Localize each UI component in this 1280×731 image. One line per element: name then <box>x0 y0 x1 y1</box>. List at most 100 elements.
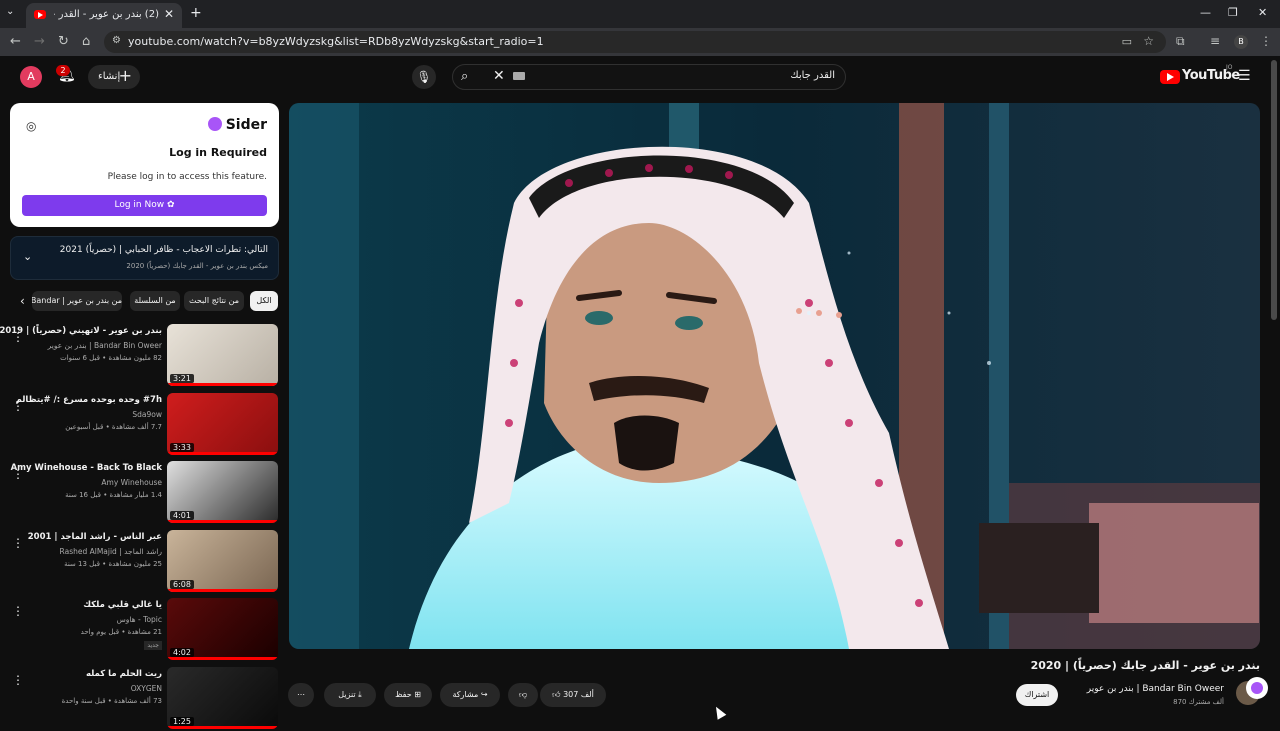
list-item[interactable]: ⋮ 4:01 Amy Winehouse - Back To Black Amy Wi… <box>10 461 280 525</box>
create-label: إنشاء <box>98 71 121 82</box>
window-close-icon[interactable]: ✕ <box>1258 6 1267 19</box>
list-item[interactable]: ⋮ 4:02 يا غالي قلبي ملكك هاوس - Topic 21 مشا… <box>10 598 280 662</box>
extensions-icon[interactable]: ⧉ <box>1176 34 1185 49</box>
sider-brand: Sider <box>207 117 267 133</box>
list-item[interactable]: ⋮ 3:33 #7h وحده بوحده مسرع :/ #يتظالم Sda9o… <box>10 393 280 457</box>
notification-count-badge: 2 <box>56 65 70 76</box>
subscribe-button[interactable]: اشتراك <box>1016 684 1058 706</box>
logo-region: JO <box>1226 64 1233 71</box>
channel-name[interactable]: بندر بن عوير | Bandar Bin Oweer <box>48 341 162 350</box>
search-icon[interactable]: ⌕ <box>461 69 468 84</box>
watched-progress-bar <box>167 726 278 729</box>
video-thumbnail[interactable]: 3:33 <box>167 393 278 455</box>
video-title[interactable]: عبر الناس - راشد الماجد | 2001 <box>28 532 162 542</box>
save-button[interactable]: حفظ ⊞ <box>384 683 432 707</box>
login-now-label: Log in Now <box>114 200 165 210</box>
sider-floating-icon[interactable] <box>1246 677 1268 699</box>
maximize-icon[interactable]: ❐ <box>1228 6 1238 19</box>
sider-login-panel: ◎ Sider Log in Required Please log in to… <box>10 103 279 227</box>
watched-progress-bar <box>167 383 278 386</box>
chips-scroll-left-icon[interactable]: ‹ <box>20 294 25 308</box>
guide-menu-icon[interactable]: ☰ <box>1238 68 1251 84</box>
mix-playlist-header[interactable]: ⌄ التالي: تطرات الاعجاب - ظافر الحبابي |… <box>10 236 279 280</box>
video-frame <box>289 103 1260 649</box>
home-icon[interactable]: ⌂ <box>82 34 90 49</box>
browser-tab[interactable]: (2) بندر بن عوير - القدر جابك (حصرياً) |… <box>26 3 182 28</box>
keyboard-icon[interactable] <box>513 72 525 80</box>
video-meta: 73 ألف مشاهدة • قبل سنة واحدة <box>61 697 162 705</box>
duration-badge: 4:01 <box>170 511 194 520</box>
page-scrollbar[interactable] <box>1271 60 1277 320</box>
tab-groups-icon[interactable]: ≡ <box>1210 34 1220 48</box>
list-item[interactable]: ⋮ 3:21 بندر بن عوير - لاتهيني (حصرياً) | 2… <box>0 324 280 388</box>
share-button[interactable]: مشاركة ↪ <box>440 683 500 707</box>
channel-name[interactable]: Sda9ow <box>132 410 162 419</box>
more-options-icon[interactable]: ⋮ <box>12 604 24 618</box>
download-label: تنزيل <box>338 690 356 699</box>
login-message: Please log in to access this feature. <box>107 172 267 182</box>
chip-from-series[interactable]: من السلسلة <box>130 291 180 311</box>
filter-chips: ‹ من بندر بن عوير | Bandar من السلسلة من… <box>18 291 280 313</box>
site-info-icon[interactable]: ⚙ <box>112 35 121 46</box>
install-app-icon[interactable]: ▭ <box>1122 35 1132 48</box>
login-now-button[interactable]: Log in Now ✿ <box>22 195 267 216</box>
clear-search-icon[interactable]: ✕ <box>493 68 505 84</box>
new-tab-icon[interactable]: + <box>190 5 202 21</box>
plus-icon: + <box>118 66 132 85</box>
more-options-icon[interactable]: ⋮ <box>12 673 24 687</box>
video-title[interactable]: #7h وحده بوحده مسرع :/ #يتظالم <box>16 395 162 405</box>
like-button[interactable]: 👍︎ 307 ألف <box>540 683 606 707</box>
omnibox[interactable]: ⚙ youtube.com/watch?v=b8yzWdyzskg&list=R… <box>104 31 1166 53</box>
chip-from-search[interactable]: من نتائج البحث <box>184 291 244 311</box>
subscriber-count: 870 ألف مشترك <box>1173 698 1224 706</box>
browser-tab-bar: ⌄ (2) بندر بن عوير - القدر جابك (حصرياً)… <box>0 0 1280 28</box>
chevron-down-icon[interactable]: ⌄ <box>23 250 32 263</box>
dislike-button[interactable]: 👎︎ <box>508 683 538 707</box>
list-item[interactable]: ⋮ 6:08 عبر الناس - راشد الماجد | 2001 Rashe… <box>10 530 280 594</box>
video-meta: 1.4 مليار مشاهدة • قبل 16 سنة <box>65 491 162 499</box>
search-input[interactable]: القدر جابك <box>790 70 835 81</box>
profile-avatar[interactable]: B <box>1234 35 1248 49</box>
settings-icon[interactable]: ◎ <box>26 119 36 133</box>
url-text[interactable]: youtube.com/watch?v=b8yzWdyzskg&list=RDb… <box>128 35 544 48</box>
chrome-menu-icon[interactable]: ⋮ <box>1260 34 1272 48</box>
video-title[interactable]: ريت الحلم ما كمله <box>86 669 162 679</box>
chip-from-channel[interactable]: من بندر بن عوير | Bandar <box>32 291 122 311</box>
watched-progress-bar <box>167 452 278 455</box>
more-options-icon[interactable]: ⋮ <box>12 536 24 550</box>
video-title[interactable]: بندر بن عوير - لاتهيني (حصرياً) | 2019 <box>0 326 162 336</box>
bookmark-star-icon[interactable]: ☆ <box>1143 34 1154 48</box>
channel-name[interactable]: بندر بن عوير | Bandar Bin Oweer <box>1087 684 1224 694</box>
back-icon[interactable]: ← <box>10 34 21 49</box>
download-button[interactable]: تنزيل ⤓ <box>324 683 376 707</box>
channel-name[interactable]: OXYGEN <box>131 684 162 693</box>
minimize-icon[interactable]: — <box>1200 6 1211 19</box>
video-title[interactable]: Amy Winehouse - Back To Black <box>11 463 162 473</box>
video-title[interactable]: يا غالي قلبي ملكك <box>83 600 162 610</box>
video-thumbnail[interactable]: 3:21 <box>167 324 278 386</box>
channel-name[interactable]: Amy Winehouse <box>101 478 162 487</box>
tab-title: (2) بندر بن عوير - القدر جابك (حصرياً) |… <box>54 9 159 20</box>
channel-name[interactable]: Rashed AlMajid | راشد الماجد <box>60 547 162 556</box>
voice-search-mic-icon[interactable]: 🎙︎ <box>412 65 436 89</box>
video-meta: 7.7 ألف مشاهدة • قبل أسبوعين <box>65 423 162 431</box>
create-button[interactable]: إنشاء + <box>88 65 140 89</box>
account-avatar[interactable]: A <box>20 66 42 88</box>
list-item[interactable]: ⋮ 1:25 ريت الحلم ما كمله OXYGEN 73 ألف مشاهد… <box>10 667 280 731</box>
search-box[interactable]: ⌕ ✕ القدر جابك <box>452 64 846 90</box>
like-count: 307 ألف <box>563 690 594 699</box>
tab-close-icon[interactable]: ✕ <box>164 7 174 21</box>
video-meta: 82 مليون مشاهدة • قبل 6 سنوات <box>60 354 162 362</box>
video-thumbnail[interactable]: 6:08 <box>167 530 278 592</box>
save-label: حفظ <box>395 690 412 699</box>
video-player[interactable] <box>289 103 1260 649</box>
reload-icon[interactable]: ↻ <box>58 34 69 49</box>
video-thumbnail[interactable]: 4:02 <box>167 598 278 660</box>
youtube-play-logo-icon <box>1160 70 1180 84</box>
more-actions-button[interactable]: ⋯ <box>288 683 314 707</box>
chip-all[interactable]: الكل <box>250 291 278 311</box>
tab-search-icon[interactable]: ⌄ <box>6 6 14 17</box>
video-thumbnail[interactable]: 4:01 <box>167 461 278 523</box>
channel-name[interactable]: هاوس - Topic <box>117 615 162 624</box>
forward-icon[interactable]: → <box>34 34 45 49</box>
